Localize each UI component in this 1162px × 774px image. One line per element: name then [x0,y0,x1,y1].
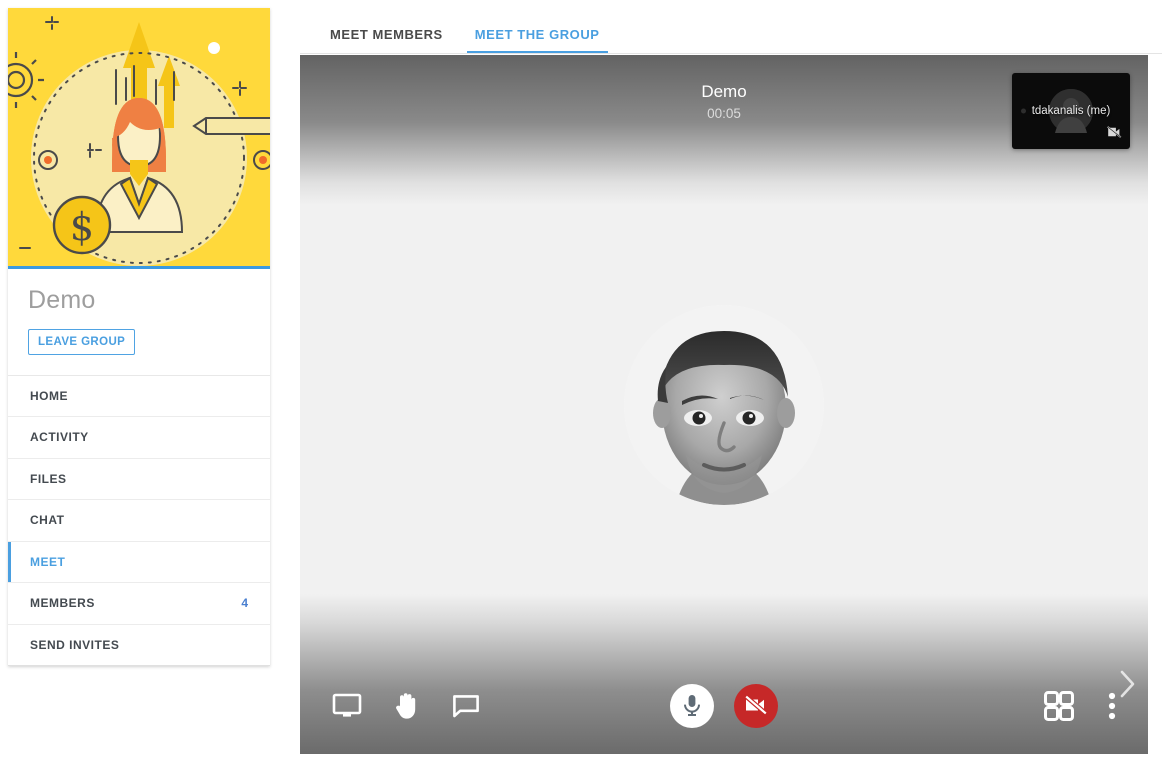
sidebar-item-label: CHAT [30,513,65,528]
microphone-icon [681,693,703,720]
sidebar-item-label: SEND INVITES [30,637,120,652]
meeting-controls [300,658,1148,754]
sidebar-nav: HOME ACTIVITY FILES CHAT MEET MEMBERS 4 … [8,376,270,666]
sidebar-item-send-invites[interactable]: SEND INVITES [8,625,270,666]
video-stage: Demo 00:05 tdakanalis (me) [300,55,1148,754]
sidebar-item-members[interactable]: MEMBERS 4 [8,583,270,625]
grid-view-icon[interactable] [1044,691,1074,721]
self-view-thumbnail[interactable]: tdakanalis (me) [1012,73,1130,149]
main-panel: MEET MEMBERS MEET THE GROUP Demo 00:05 t… [300,0,1162,774]
tab-bar: MEET MEMBERS MEET THE GROUP [300,0,1162,54]
meet-page: $ Demo LEAVE GROUP HOME ACTIVITY FILES C… [0,0,1162,774]
group-name: Demo [28,286,96,314]
active-speaker-avatar [624,305,824,505]
sidebar-item-label: MEET [30,554,66,569]
group-sidebar: $ Demo LEAVE GROUP HOME ACTIVITY FILES C… [8,8,270,666]
controls-left-group [300,692,480,720]
tab-meet-the-group[interactable]: MEET THE GROUP [459,27,616,53]
sidebar-item-label: ACTIVITY [30,430,89,445]
tab-meet-members[interactable]: MEET MEMBERS [314,27,459,53]
sidebar-item-files[interactable]: FILES [8,459,270,500]
group-cover-image: $ [8,8,270,269]
chat-icon[interactable] [452,694,480,718]
sidebar-item-home[interactable]: HOME [8,376,270,417]
screen-share-icon[interactable] [332,693,362,719]
group-header: Demo LEAVE GROUP [8,269,270,376]
self-view-name: tdakanalis (me) [1031,105,1111,117]
sidebar-item-label: HOME [30,388,68,403]
videocam-off-icon [743,694,769,719]
sidebar-item-label: FILES [30,471,67,486]
more-options-icon[interactable] [1108,692,1116,720]
microphone-button[interactable] [670,684,714,728]
controls-right-group [1044,691,1116,721]
camera-off-button[interactable] [734,684,778,728]
sidebar-item-activity[interactable]: ACTIVITY [8,417,270,459]
sidebar-item-badge: 4 [241,596,248,611]
raise-hand-icon[interactable] [394,692,420,720]
sidebar-item-chat[interactable]: CHAT [8,500,270,542]
videocam-off-icon [1106,125,1123,144]
controls-center-group [670,684,778,728]
svg-text:$: $ [70,205,94,249]
sidebar-item-meet[interactable]: MEET [8,541,270,583]
leave-group-button[interactable]: LEAVE GROUP [28,328,136,355]
sidebar-item-label: MEMBERS [30,596,95,611]
